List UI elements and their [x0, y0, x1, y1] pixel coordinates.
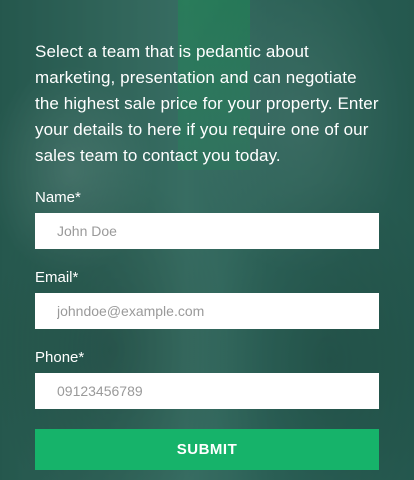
name-label: Name* [35, 189, 81, 206]
intro-text: Select a team that is pedantic about mar… [35, 42, 379, 165]
contact-hero: Select a team that is pedantic about mar… [0, 0, 414, 480]
phone-input[interactable] [35, 373, 379, 409]
phone-label: Phone* [35, 349, 85, 366]
submit-button[interactable]: SUBMIT [35, 429, 379, 470]
email-input[interactable] [35, 293, 379, 329]
email-label: Email* [35, 269, 79, 286]
name-input[interactable] [35, 213, 379, 249]
contact-form-panel: Select a team that is pedantic about mar… [35, 39, 379, 470]
